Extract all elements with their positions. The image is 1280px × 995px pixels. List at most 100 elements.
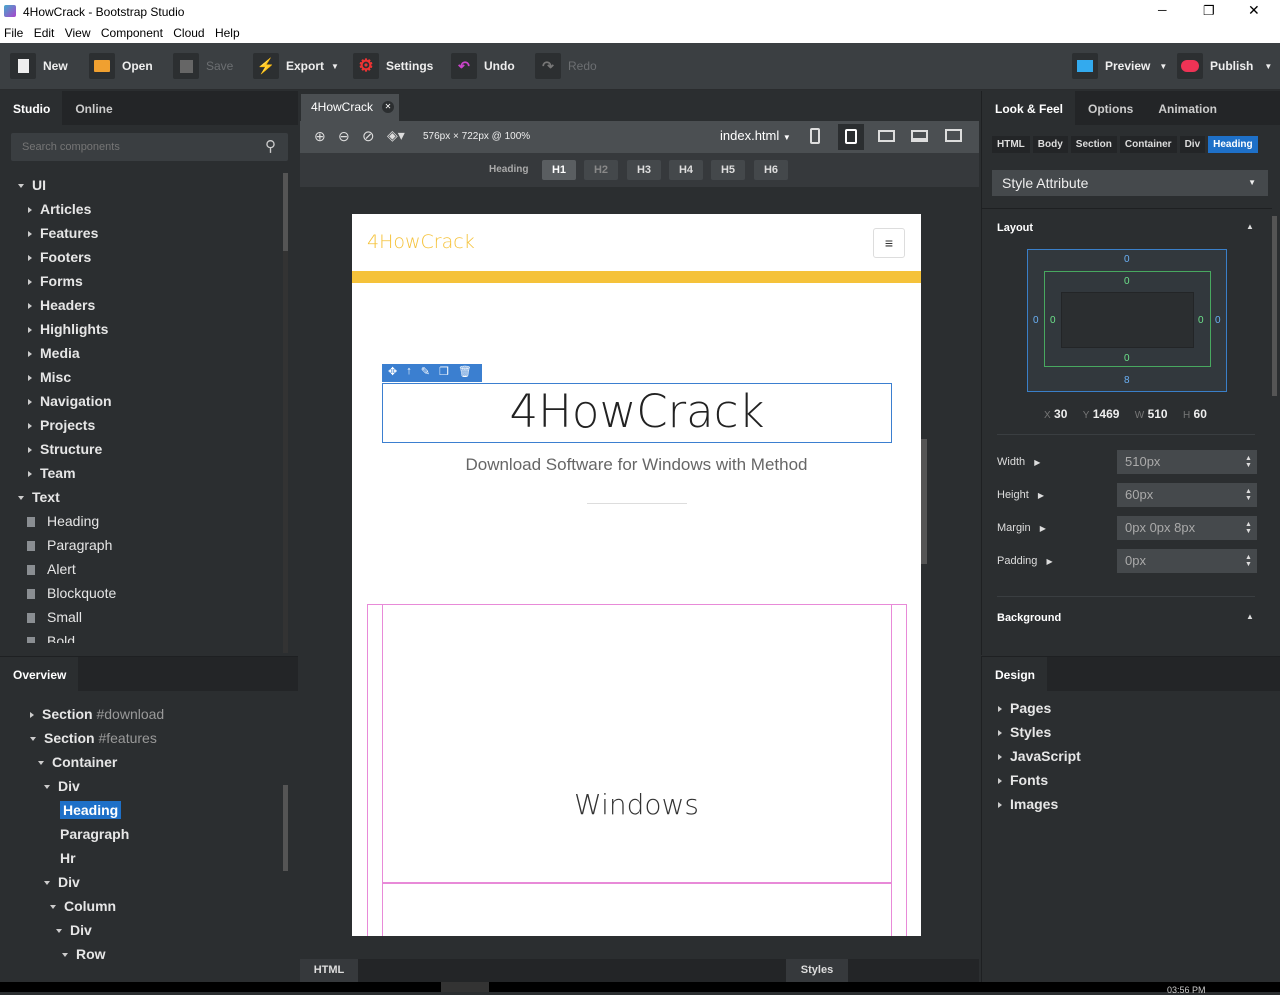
save-button[interactable]: Save bbox=[173, 53, 233, 79]
tab-design[interactable]: Design bbox=[982, 657, 1048, 691]
component-tree-item[interactable]: Features bbox=[28, 225, 98, 241]
h1-button[interactable]: H1 bbox=[542, 160, 576, 180]
component-tree-item[interactable]: Heading bbox=[27, 513, 99, 529]
settings-button[interactable]: ⚙ Settings bbox=[353, 53, 433, 79]
component-tree-item[interactable]: Text bbox=[18, 489, 60, 505]
h4-button[interactable]: H4 bbox=[669, 160, 703, 180]
section-heading[interactable]: Windows bbox=[352, 788, 921, 821]
h3-button[interactable]: H3 bbox=[627, 160, 661, 180]
component-tree-item[interactable]: UI bbox=[18, 177, 46, 193]
crumb-html[interactable]: HTML bbox=[992, 136, 1030, 153]
desktop-icon[interactable] bbox=[945, 129, 962, 142]
component-tree-item[interactable]: Small bbox=[27, 609, 82, 625]
canvas-size-label[interactable]: 576px × 722px @ 100% bbox=[423, 131, 530, 142]
taskbar-active-item[interactable] bbox=[441, 982, 489, 992]
tab-html[interactable]: HTML bbox=[300, 959, 358, 982]
design-item[interactable]: Styles bbox=[998, 724, 1051, 740]
crumb-heading[interactable]: Heading bbox=[1208, 136, 1258, 153]
h5-button[interactable]: H5 bbox=[711, 160, 745, 180]
component-tree-item[interactable]: Misc bbox=[28, 369, 71, 385]
crumb-container[interactable]: Container bbox=[1119, 136, 1177, 153]
overview-item[interactable]: Paragraph bbox=[60, 826, 129, 842]
component-tree-item[interactable]: Projects bbox=[28, 417, 95, 433]
padding-right-value[interactable]: 0 bbox=[1198, 315, 1204, 326]
crumb-body[interactable]: Body bbox=[1032, 136, 1068, 153]
overview-item[interactable]: Container bbox=[38, 754, 117, 770]
h2-button[interactable]: H2 bbox=[584, 160, 618, 180]
canvas-scrollbar[interactable] bbox=[921, 439, 927, 564]
h6-button[interactable]: H6 bbox=[754, 160, 788, 180]
export-button[interactable]: ⚡ Export ▼ bbox=[253, 53, 339, 79]
property-input[interactable]: 0px ▲ ▼ bbox=[1117, 549, 1257, 573]
overview-item[interactable]: Heading bbox=[60, 801, 122, 819]
tab-overview[interactable]: Overview bbox=[0, 657, 79, 691]
edit-icon[interactable]: ✎ bbox=[421, 365, 430, 381]
stepper-icon[interactable]: ▲ ▼ bbox=[1245, 455, 1253, 469]
layers-icon[interactable]: ◈▾ bbox=[387, 127, 405, 144]
zoom-out-icon[interactable]: ⊖ bbox=[338, 128, 350, 145]
property-label[interactable]: Padding ▶ bbox=[997, 555, 1053, 567]
style-attribute-select[interactable]: Style Attribute ▼ bbox=[992, 170, 1268, 196]
navbar-toggler[interactable]: ≡ bbox=[873, 228, 905, 258]
margin-top-value[interactable]: 0 bbox=[1124, 254, 1130, 265]
selected-heading[interactable]: 4HowCrack bbox=[382, 383, 892, 443]
component-tree-item[interactable]: Team bbox=[28, 465, 76, 481]
design-item[interactable]: Fonts bbox=[998, 772, 1048, 788]
tab-studio[interactable]: Studio bbox=[0, 91, 63, 125]
redo-button[interactable]: ↷ Redo bbox=[535, 53, 597, 79]
duplicate-icon[interactable]: ❐ bbox=[439, 365, 449, 381]
component-tree-item[interactable]: Bold bbox=[27, 633, 75, 643]
trash-icon[interactable]: 🗑 bbox=[458, 365, 472, 381]
overview-item[interactable]: Section #features bbox=[30, 730, 157, 746]
collapse-background-icon[interactable]: ▲ bbox=[1246, 612, 1254, 621]
menu-component[interactable]: Component bbox=[97, 23, 166, 40]
undo-button[interactable]: ↶ Undo bbox=[451, 53, 515, 79]
right-scrollbar[interactable] bbox=[1272, 216, 1277, 396]
overview-item[interactable]: Div bbox=[44, 874, 80, 890]
phone-icon[interactable] bbox=[810, 128, 820, 144]
component-tree-item[interactable]: Highlights bbox=[28, 321, 108, 337]
tab-styles[interactable]: Styles bbox=[786, 959, 848, 982]
tab-options[interactable]: Options bbox=[1075, 91, 1145, 125]
overview-item[interactable]: Div bbox=[44, 778, 80, 794]
page-subtitle[interactable]: Download Software for Windows with Metho… bbox=[352, 455, 921, 475]
property-label[interactable]: Margin ▶ bbox=[997, 522, 1046, 534]
collapse-layout-icon[interactable]: ▲ bbox=[1246, 222, 1254, 231]
padding-left-value[interactable]: 0 bbox=[1050, 315, 1056, 326]
component-tree-item[interactable]: Headers bbox=[28, 297, 95, 313]
file-select[interactable]: index.html ▼ bbox=[720, 128, 791, 143]
search-icon[interactable]: ⚲ bbox=[265, 137, 276, 155]
component-tree-item[interactable]: Paragraph bbox=[27, 537, 112, 553]
design-item[interactable]: Pages bbox=[998, 700, 1051, 716]
component-tree-item[interactable]: Blockquote bbox=[27, 585, 116, 601]
scrollbar[interactable] bbox=[283, 173, 288, 653]
menu-view[interactable]: View bbox=[61, 23, 94, 40]
overview-item[interactable]: Column bbox=[50, 898, 116, 914]
minimize-button[interactable]: ─ bbox=[1158, 3, 1167, 17]
overview-scrollbar[interactable] bbox=[283, 785, 288, 871]
design-item[interactable]: Images bbox=[998, 796, 1058, 812]
tab-animation[interactable]: Animation bbox=[1145, 91, 1229, 125]
maximize-button[interactable]: ❐ bbox=[1203, 3, 1215, 19]
search-input[interactable] bbox=[11, 133, 251, 161]
padding-bottom-value[interactable]: 0 bbox=[1124, 353, 1130, 364]
menu-file[interactable]: File bbox=[0, 23, 26, 40]
crumb-section[interactable]: Section bbox=[1070, 136, 1117, 153]
component-tree-item[interactable]: Media bbox=[28, 345, 80, 361]
publish-button[interactable]: Publish ▼ bbox=[1177, 53, 1272, 79]
margin-left-value[interactable]: 0 bbox=[1033, 315, 1039, 326]
property-input[interactable]: 60px ▲ ▼ bbox=[1117, 483, 1257, 507]
padding-top-value[interactable]: 0 bbox=[1124, 276, 1130, 287]
property-input[interactable]: 0px 0px 8px ▲ ▼ bbox=[1117, 516, 1257, 540]
overview-item[interactable]: Div bbox=[56, 922, 92, 938]
close-button[interactable]: ✕ bbox=[1248, 2, 1260, 19]
stepper-icon[interactable]: ▲ ▼ bbox=[1245, 554, 1253, 568]
close-tab-icon[interactable]: ✕ bbox=[382, 101, 394, 113]
rotate-icon[interactable]: ⊘ bbox=[362, 127, 375, 145]
overview-item[interactable]: Row bbox=[62, 946, 106, 962]
overview-item[interactable]: Section #download bbox=[30, 706, 164, 722]
zoom-in-icon[interactable]: ⊕ bbox=[314, 128, 326, 145]
stepper-icon[interactable]: ▲ ▼ bbox=[1245, 488, 1253, 502]
component-tree-item[interactable]: Footers bbox=[28, 249, 91, 265]
new-button[interactable]: New bbox=[10, 53, 68, 79]
